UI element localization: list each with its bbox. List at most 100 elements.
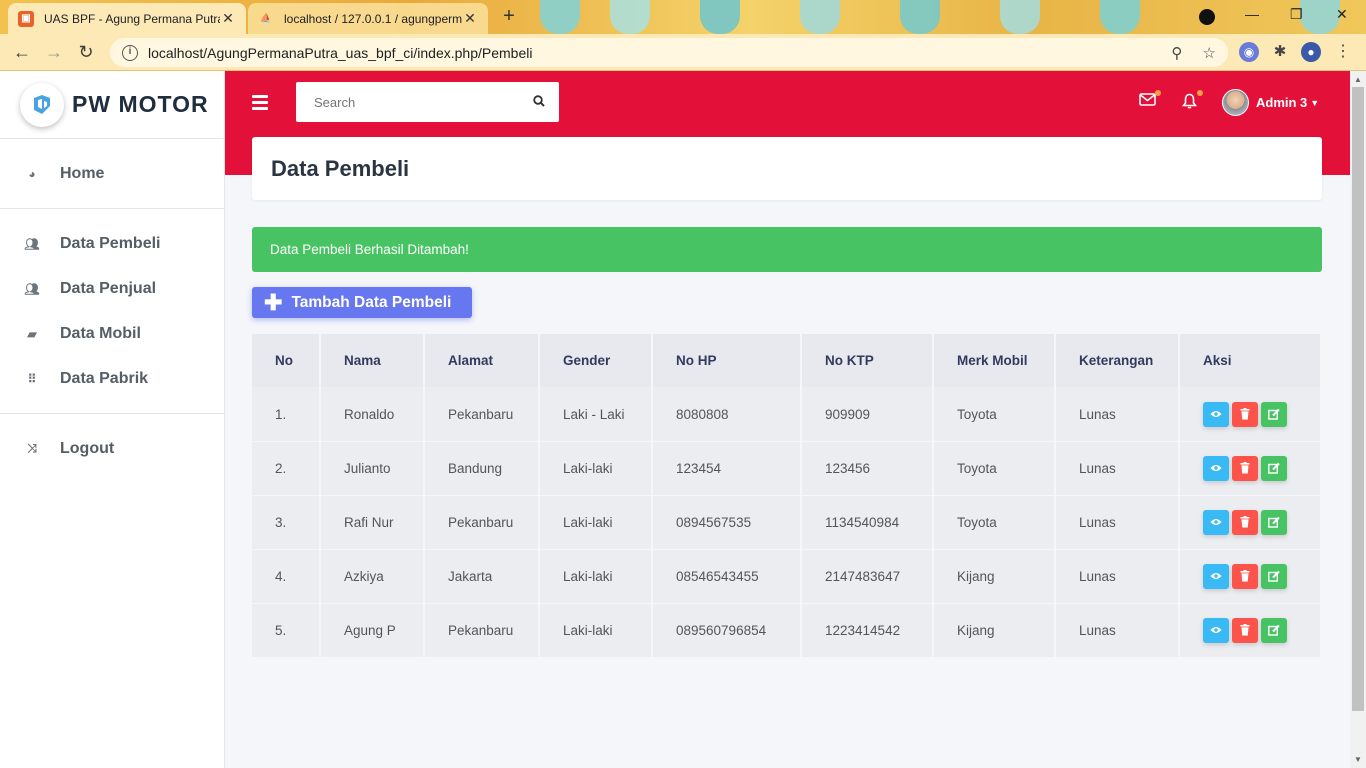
envelope-icon[interactable] (1137, 90, 1161, 113)
sidebar-group: ◕ Home (0, 139, 224, 209)
sidebar-item-label: Home (60, 164, 105, 182)
actions-cell (1180, 603, 1322, 657)
zoom-icon[interactable]: ⚲ (1171, 45, 1182, 62)
table-cell: Pekanbaru (425, 603, 540, 657)
users-icon: 👥︎ (24, 236, 40, 251)
action-buttons (1203, 563, 1320, 589)
new-tab-button[interactable]: + (498, 6, 520, 28)
table-cell: 08546543455 (653, 549, 802, 603)
sidebar-item-label: Data Pembeli (60, 234, 161, 252)
close-tab-icon[interactable]: ✕ (462, 10, 478, 27)
delete-button[interactable] (1232, 509, 1258, 535)
address-bar[interactable]: i localhost/AgungPermanaPutra_uas_bpf_ci… (110, 38, 1228, 67)
edit-icon (1268, 570, 1280, 582)
sidebar-item-logout[interactable]: ⤨ Logout (0, 426, 224, 471)
browser-menu-icon[interactable]: ⋮ (1333, 42, 1353, 62)
table-cell: Lunas (1056, 441, 1180, 495)
phpmyadmin-favicon-icon: ⛵ (260, 13, 272, 23)
sidebar-item-data-mobil[interactable]: ▰ Data Mobil (0, 311, 224, 356)
eye-icon (1210, 411, 1222, 417)
profile-avatar[interactable]: ● (1301, 42, 1321, 62)
view-button[interactable] (1203, 401, 1229, 427)
sidebar: PW MOTOR ◕ Home 👥︎ Data Pembeli 👥︎ Data … (0, 71, 225, 768)
edit-button[interactable] (1261, 509, 1287, 535)
view-button[interactable] (1203, 563, 1229, 589)
column-header: Aksi (1180, 334, 1322, 387)
tab-search-icon[interactable] (1199, 9, 1215, 25)
tab-background-art (1300, 0, 1340, 34)
edit-button[interactable] (1261, 617, 1287, 643)
add-button-label: Tambah Data Pembeli (291, 293, 452, 311)
scroll-down-icon[interactable]: ▼ (1354, 755, 1362, 764)
restore-icon[interactable]: ❐ (1290, 6, 1303, 23)
table-cell: Rafi Nur (321, 495, 425, 549)
edit-button[interactable] (1261, 455, 1287, 481)
bookmark-star-icon[interactable]: ☆ (1203, 45, 1216, 62)
sidebar-item-label: Data Mobil (60, 324, 141, 342)
app-favicon-icon: ▣ (18, 10, 34, 27)
scroll-up-icon[interactable]: ▲ (1354, 75, 1362, 84)
table-row: 4. Azkiya Jakarta Laki-laki 08546543455 21474… (252, 549, 1322, 603)
bell-icon[interactable] (1179, 90, 1203, 113)
minimize-icon[interactable]: — (1245, 6, 1259, 22)
column-header: No HP (653, 334, 802, 387)
column-header: Keterangan (1056, 334, 1180, 387)
edit-button[interactable] (1261, 401, 1287, 427)
table-cell: Toyota (934, 495, 1056, 549)
puzzle-extensions-icon[interactable]: ✱ (1270, 42, 1290, 62)
view-button[interactable] (1203, 455, 1229, 481)
browser-tabstrip: ▣ UAS BPF - Agung Permana Putra ✕ ⛵ loca… (0, 0, 1366, 34)
user-menu[interactable]: Admin 3 ▼ (1222, 89, 1319, 116)
forward-icon[interactable]: → (43, 42, 65, 64)
site-info-icon[interactable]: i (122, 44, 138, 61)
sidebar-item-data-pabrik[interactable]: ⠿ Data Pabrik (0, 356, 224, 401)
delete-button[interactable] (1232, 617, 1258, 643)
sidebar-item-data-pembeli[interactable]: 👥︎ Data Pembeli (0, 221, 224, 266)
search-input[interactable] (296, 83, 519, 121)
delete-button[interactable] (1232, 563, 1258, 589)
user-name: Admin 3 (1256, 95, 1308, 110)
url-text: localhost/AgungPermanaPutra_uas_bpf_ci/i… (148, 44, 533, 61)
page-title: Data Pembeli (271, 155, 410, 181)
trash-icon (1240, 570, 1250, 582)
edit-button[interactable] (1261, 563, 1287, 589)
view-button[interactable] (1203, 617, 1229, 643)
extension-icon[interactable]: ◉ (1239, 42, 1259, 62)
edit-icon (1268, 516, 1280, 528)
actions-cell (1180, 495, 1322, 549)
column-header: No KTP (802, 334, 934, 387)
delete-button[interactable] (1232, 455, 1258, 481)
omnibox-actions: ⚲ ☆ (1171, 44, 1216, 62)
table-cell: 1. (252, 387, 321, 441)
table-header-row: No Nama Alamat Gender No HP No KTP Merk … (252, 334, 1322, 387)
browser-tab-active[interactable]: ▣ UAS BPF - Agung Permana Putra ✕ (8, 3, 246, 34)
search-icon[interactable] (519, 94, 559, 110)
table-cell: Jakarta (425, 549, 540, 603)
sidebar-item-data-penjual[interactable]: 👥︎ Data Penjual (0, 266, 224, 311)
caret-down-icon: ▼ (1310, 97, 1320, 108)
table-cell: Laki-laki (540, 549, 653, 603)
page-scrollbar[interactable]: ▲ ▼ (1350, 71, 1366, 768)
view-button[interactable] (1203, 509, 1229, 535)
table-cell: Julianto (321, 441, 425, 495)
table-cell: 909909 (802, 387, 934, 441)
sidebar-item-home[interactable]: ◕ Home (0, 151, 224, 196)
tab-background-art (610, 0, 650, 34)
delete-button[interactable] (1232, 401, 1258, 427)
back-icon[interactable]: ← (11, 42, 33, 64)
browser-tab[interactable]: ⛵ localhost / 127.0.0.1 / agungpermana ✕ (248, 3, 488, 34)
edit-icon (1268, 462, 1280, 474)
hamburger-menu-icon[interactable] (252, 95, 268, 113)
scrollbar-thumb[interactable] (1352, 87, 1364, 711)
reload-icon[interactable]: ↻ (75, 42, 97, 64)
notification-dot (1197, 90, 1203, 96)
brand[interactable]: PW MOTOR (0, 71, 224, 139)
table-cell: Lunas (1056, 603, 1180, 657)
browser-toolbar: ← → ↻ i localhost/AgungPermanaPutra_uas_… (0, 34, 1366, 71)
table-cell: Lunas (1056, 549, 1180, 603)
table-row: 5. Agung P Pekanbaru Laki-laki 089560796854 1… (252, 603, 1322, 657)
close-window-icon[interactable]: ✕ (1336, 6, 1348, 23)
close-tab-icon[interactable]: ✕ (220, 10, 236, 27)
add-pembeli-button[interactable]: ✚ Tambah Data Pembeli (252, 287, 472, 318)
table-cell: 0894567535 (653, 495, 802, 549)
